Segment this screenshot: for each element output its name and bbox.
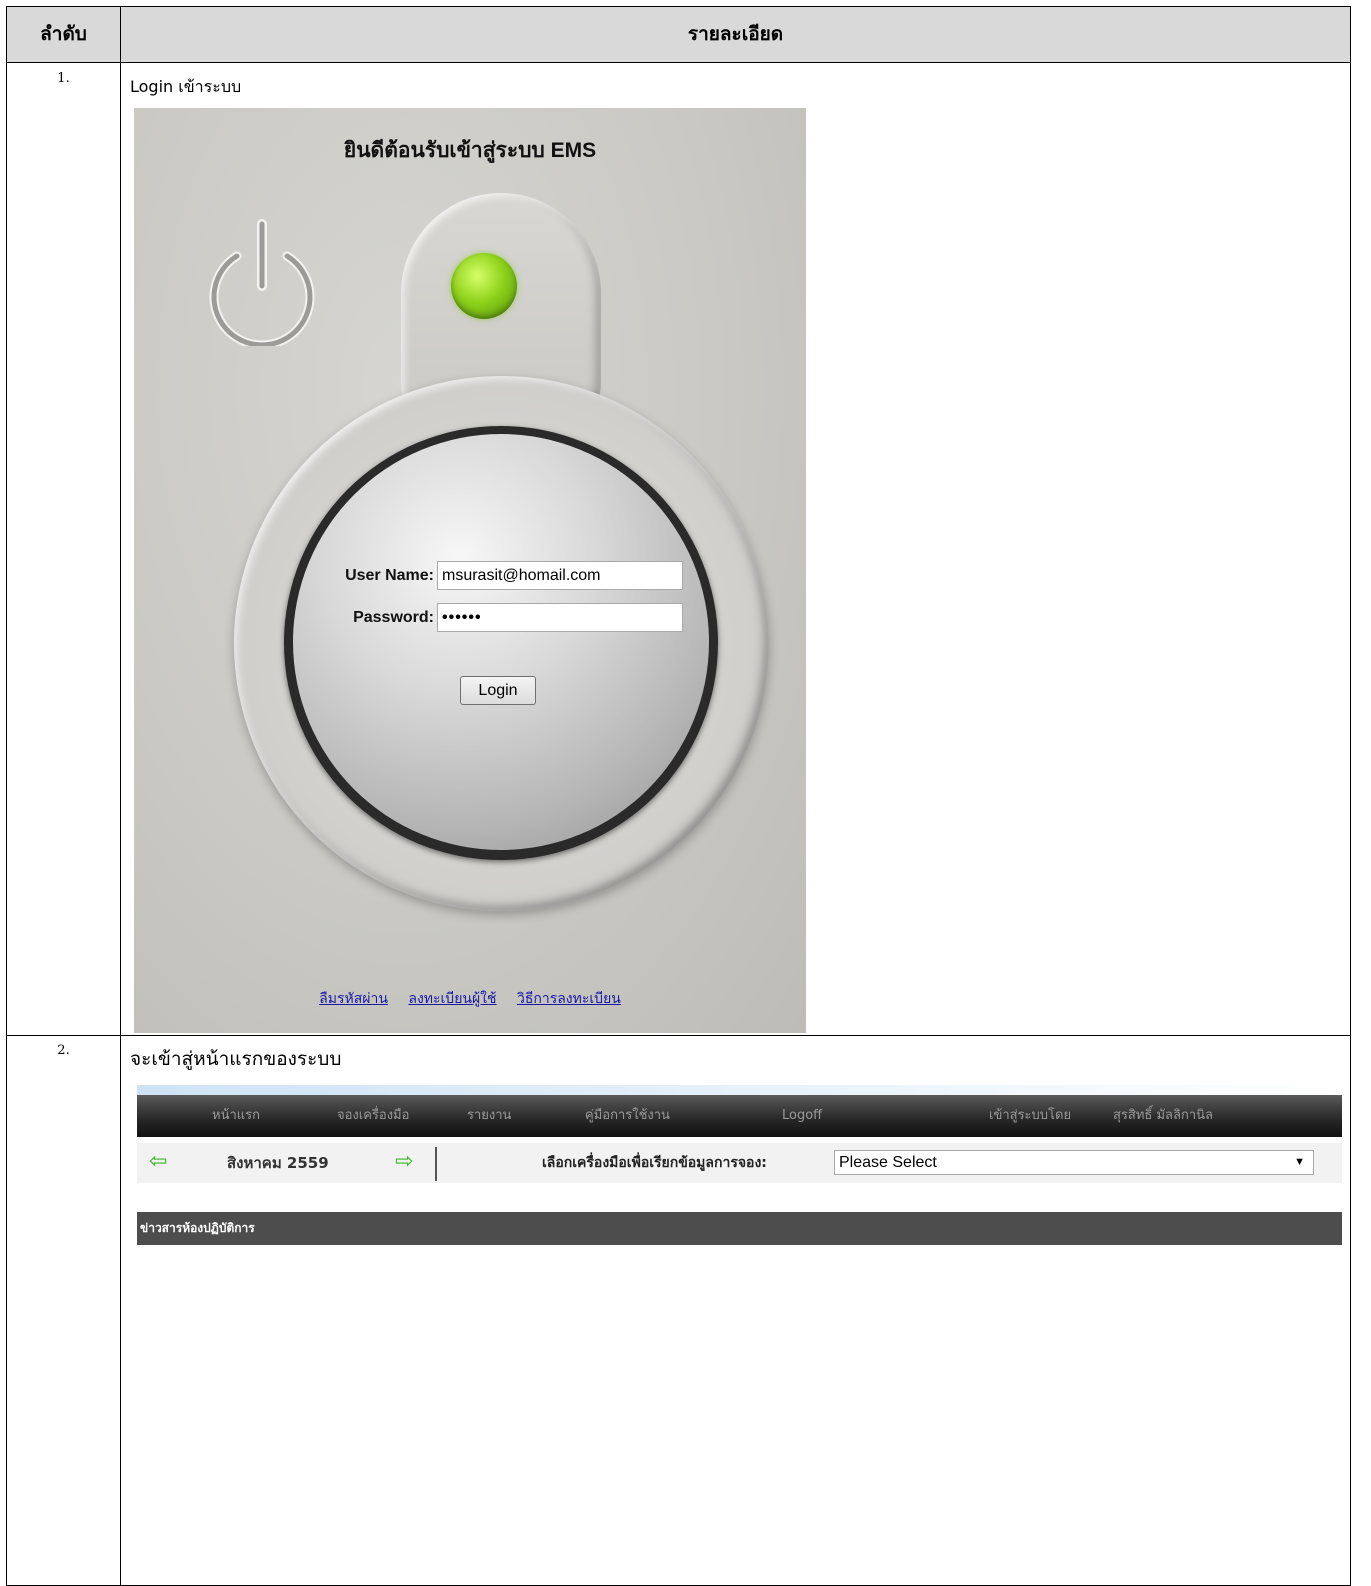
main-navbar: หน้าแรก จองเครื่องมือ รายงาน คู่มือการใช…	[137, 1095, 1342, 1137]
username-label: User Name:	[345, 567, 434, 584]
password-input[interactable]: ••••••	[437, 603, 683, 632]
instrument-select-value: Please Select	[839, 1154, 937, 1171]
toolbar-separator	[435, 1147, 437, 1181]
login-screenshot: ยินดีต้อนรับเข้าสู่ระบบ EMS User Name: m…	[134, 108, 806, 1033]
nav-manual[interactable]: คู่มือการใช้งาน	[585, 1095, 670, 1137]
metal-knob	[293, 434, 709, 850]
login-links: ลืมรหัสผ่าน ลงทะเบียนผู้ใช้ วิธีการลงทะเ…	[134, 988, 806, 1010]
row-divider	[7, 1035, 1350, 1036]
register-link[interactable]: ลงทะเบียนผู้ใช้	[408, 991, 496, 1007]
instrument-select[interactable]: Please Select ▼	[834, 1150, 1314, 1175]
arrow-right-icon[interactable]: ⇨	[395, 1151, 413, 1173]
nav-booking[interactable]: จองเครื่องมือ	[337, 1095, 409, 1137]
header-num: ลำดับ	[40, 23, 87, 45]
green-led-icon	[451, 253, 517, 319]
dropdown-arrow-icon: ▼	[1294, 1156, 1305, 1168]
home-screenshot: หน้าแรก จองเครื่องมือ รายงาน คู่มือการใช…	[137, 1085, 1342, 1260]
password-label: Password:	[353, 609, 434, 626]
calendar-toolbar: ⇦ สิงหาคม 2559 ⇨ เลือกเครื่องมือเพื่อเรี…	[137, 1143, 1342, 1183]
nav-home[interactable]: หน้าแรก	[212, 1095, 260, 1137]
step-1-text: Login เข้าระบบ	[130, 77, 242, 96]
logged-in-label: เข้าสู่ระบบโดย	[989, 1108, 1072, 1123]
current-month: สิงหาคม 2559	[227, 1154, 329, 1172]
step-2-number: 2.	[57, 1043, 70, 1058]
document-table: ลำดับ รายละเอียด 1. Login เข้าระบบ 2. จะ…	[6, 6, 1351, 1586]
arrow-left-icon[interactable]: ⇦	[149, 1151, 167, 1173]
column-divider	[120, 7, 121, 1585]
username-input[interactable]: msurasit@homail.com	[437, 561, 683, 590]
table-header: ลำดับ รายละเอียด	[7, 7, 1350, 63]
step-1-number: 1.	[57, 71, 70, 86]
top-gradient-bar	[137, 1085, 1342, 1095]
forgot-password-link[interactable]: ลืมรหัสผ่าน	[319, 991, 388, 1007]
news-header: ข่าวสารห้องปฏิบัติการ	[137, 1212, 1342, 1245]
login-button[interactable]: Login	[460, 676, 536, 705]
power-icon	[209, 219, 315, 346]
nav-report[interactable]: รายงาน	[467, 1095, 511, 1137]
instrument-select-label: เลือกเครื่องมือเพื่อเรียกข้อมูลการจอง:	[542, 1155, 767, 1171]
logged-in-user: สุรสิทธิ์ มัลลิกานิล	[1113, 1108, 1214, 1123]
header-detail: รายละเอียด	[687, 23, 784, 45]
nav-logoff[interactable]: Logoff	[782, 1095, 822, 1137]
login-title: ยินดีต้อนรับเข้าสู่ระบบ EMS	[343, 139, 597, 162]
registration-guide-link[interactable]: วิธีการลงทะเบียน	[517, 991, 621, 1007]
step-2-text: จะเข้าสู่หน้าแรกของระบบ	[130, 1048, 342, 1070]
